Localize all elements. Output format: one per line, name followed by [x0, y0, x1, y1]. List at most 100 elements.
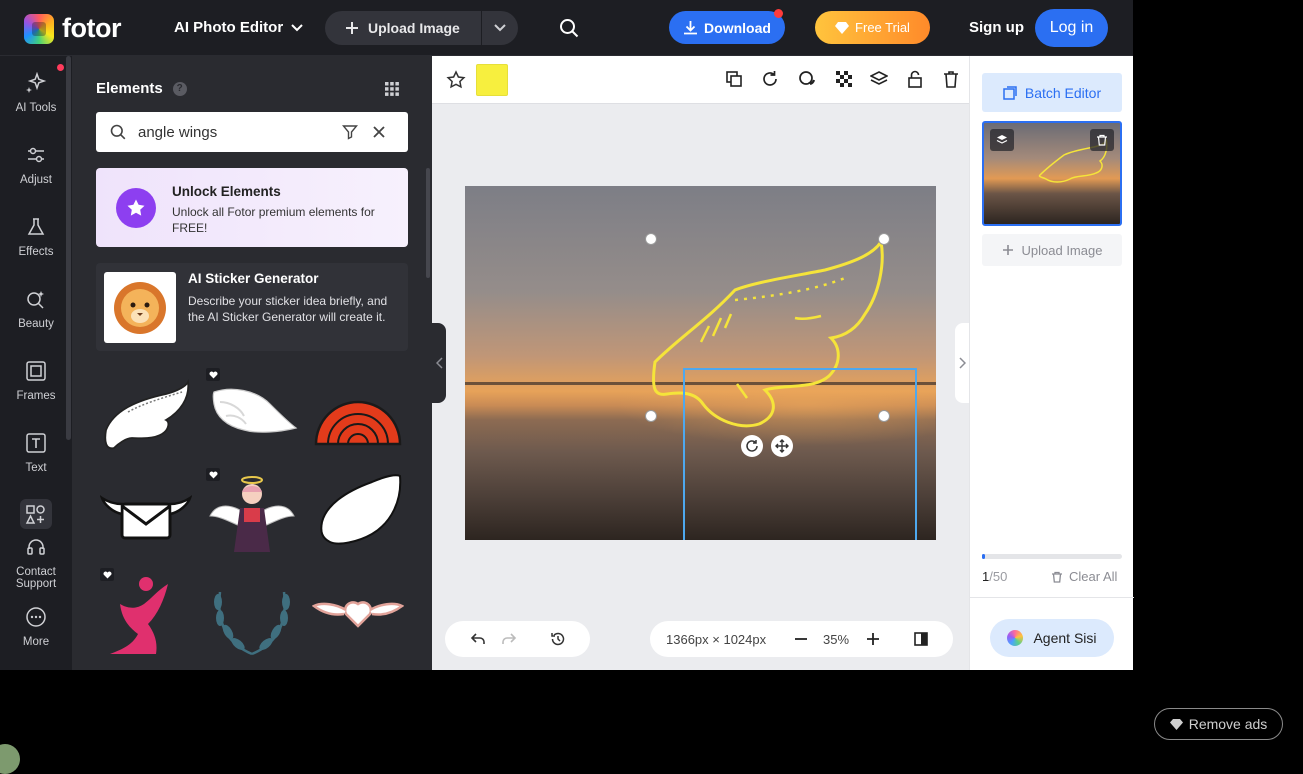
element-outline-wing[interactable] — [100, 368, 200, 468]
progress-fill — [982, 554, 985, 559]
download-button[interactable]: Download — [669, 9, 785, 44]
ai-sticker-generator-card[interactable]: AI Sticker Generator Describe your stick… — [96, 263, 408, 351]
red-arch-icon — [314, 400, 402, 446]
fotor-logo[interactable]: fotor — [24, 13, 121, 44]
image-thumbnail[interactable] — [982, 121, 1122, 226]
upload-options-button[interactable] — [482, 11, 518, 45]
rail-label: Adjust — [20, 174, 52, 186]
rail-item-more[interactable]: More — [0, 604, 72, 648]
search-icon — [110, 124, 126, 140]
premium-heart-badge — [206, 368, 220, 381]
move-handle[interactable] — [771, 435, 793, 457]
rail-item-ai-tools[interactable]: AI Tools — [0, 70, 72, 114]
right-panel-divider — [970, 597, 1134, 598]
favorite-star-icon[interactable] — [446, 70, 466, 90]
ai-photo-editor-menu[interactable]: AI Photo Editor — [174, 19, 303, 36]
premium-star-badge — [116, 188, 156, 228]
rail-item-elements[interactable] — [0, 502, 72, 534]
filter-icon[interactable] — [342, 124, 358, 140]
count-total: /50 — [989, 569, 1008, 584]
free-trial-label: Free Trial — [855, 20, 910, 35]
element-angel-wing-white[interactable] — [206, 368, 306, 468]
element-search-input[interactable] — [138, 123, 328, 141]
shadow-icon[interactable] — [798, 70, 816, 88]
transparency-icon[interactable] — [835, 70, 853, 88]
plus-icon — [346, 22, 358, 34]
delete-icon[interactable] — [942, 70, 960, 88]
unlock-elements-card[interactable]: Unlock Elements Unlock all Fotor premium… — [96, 168, 408, 247]
more-icon — [26, 607, 46, 627]
lion-sticker-thumbnail — [104, 272, 176, 343]
grid-view-button[interactable] — [385, 82, 399, 101]
elements-panel: Elements ? Unlock Elements Unlock all Fo… — [72, 56, 432, 670]
plus-icon — [1002, 245, 1013, 255]
thumbnail-layers-button[interactable] — [990, 129, 1014, 151]
duplicate-icon[interactable] — [725, 70, 743, 88]
element-red-rainbow[interactable] — [312, 368, 412, 468]
resize-handle-top-left[interactable] — [645, 233, 657, 245]
resize-handle-bottom-left[interactable] — [645, 410, 657, 422]
angel-icon — [209, 476, 295, 552]
remove-ads-button[interactable]: Remove ads — [1154, 708, 1283, 740]
selection-box — [683, 368, 917, 540]
element-white-wing-bold[interactable] — [312, 468, 412, 568]
rail-item-text[interactable]: Text — [0, 430, 72, 474]
compare-icon[interactable] — [914, 632, 928, 646]
move-icon — [775, 439, 789, 453]
upload-image-button[interactable]: Upload Image — [325, 11, 482, 45]
rail-label: Contact Support — [15, 566, 57, 590]
resize-handle-bottom-right[interactable] — [878, 410, 890, 422]
agent-orb-icon — [1007, 630, 1024, 646]
rotate-icon[interactable] — [761, 70, 779, 88]
log-in-button[interactable]: Log in — [1035, 9, 1108, 47]
unlock-subtitle: Unlock all Fotor premium elements for FR… — [172, 205, 375, 235]
right-upload-label: Upload Image — [1021, 242, 1103, 258]
zoom-in-icon[interactable] — [866, 632, 880, 646]
element-winged-envelope[interactable] — [99, 468, 200, 568]
resize-handle-top-right[interactable] — [878, 233, 890, 245]
download-label: Download — [704, 19, 771, 36]
rail-label: More — [22, 636, 50, 648]
batch-editor-button[interactable]: Batch Editor — [982, 73, 1122, 112]
image-count: 1/50 — [982, 569, 1007, 584]
panel-scrollbar[interactable] — [426, 168, 430, 278]
agent-sisi-button[interactable]: Agent Sisi — [990, 619, 1114, 657]
rail-item-effects[interactable]: Effects — [0, 214, 72, 258]
element-winged-heart[interactable] — [311, 568, 412, 668]
search-button[interactable] — [559, 18, 579, 43]
free-trial-button[interactable]: Free Trial — [815, 11, 930, 44]
zoom-out-icon[interactable] — [794, 632, 808, 646]
color-swatch[interactable] — [476, 64, 508, 96]
rotate-handle[interactable] — [741, 435, 763, 457]
tool-rail: AI Tools Adjust Effects Beauty Frames Te… — [0, 56, 72, 670]
logo-mark-icon — [24, 13, 54, 44]
help-icon[interactable]: ? — [172, 81, 187, 96]
layers-icon[interactable] — [870, 70, 888, 88]
collapse-panel-button[interactable] — [432, 323, 446, 403]
clear-all-label: Clear All — [1069, 569, 1118, 584]
rail-item-contact-support[interactable]: Contact Support — [0, 534, 72, 590]
right-upload-image-button[interactable]: Upload Image — [982, 234, 1122, 266]
element-laurel-wreath[interactable] — [206, 568, 306, 668]
clear-search-icon[interactable] — [372, 125, 386, 139]
undo-icon[interactable] — [470, 631, 486, 647]
heart-icon — [208, 371, 218, 378]
clear-all-button[interactable]: Clear All — [1051, 569, 1117, 584]
history-icon[interactable] — [550, 631, 566, 647]
element-pink-figure[interactable] — [100, 568, 200, 668]
canvas-photo[interactable] — [465, 186, 936, 540]
winged-heart-icon — [311, 601, 405, 628]
wing-outline-icon — [104, 378, 190, 450]
rail-item-beauty[interactable]: Beauty — [0, 286, 72, 330]
redo-icon[interactable] — [501, 631, 517, 647]
sign-up-link[interactable]: Sign up — [969, 19, 1024, 36]
expand-right-panel-button[interactable] — [955, 323, 969, 403]
thumbnail-delete-button[interactable] — [1090, 129, 1114, 151]
canvas-area: 1366px × 1024px 35% — [432, 56, 969, 670]
chevron-right-icon — [958, 357, 966, 369]
element-angel-figure[interactable] — [206, 468, 306, 568]
rail-item-adjust[interactable]: Adjust — [0, 142, 72, 186]
rail-item-frames[interactable]: Frames — [0, 358, 72, 402]
lock-icon[interactable] — [906, 70, 924, 88]
flask-icon — [27, 218, 45, 235]
